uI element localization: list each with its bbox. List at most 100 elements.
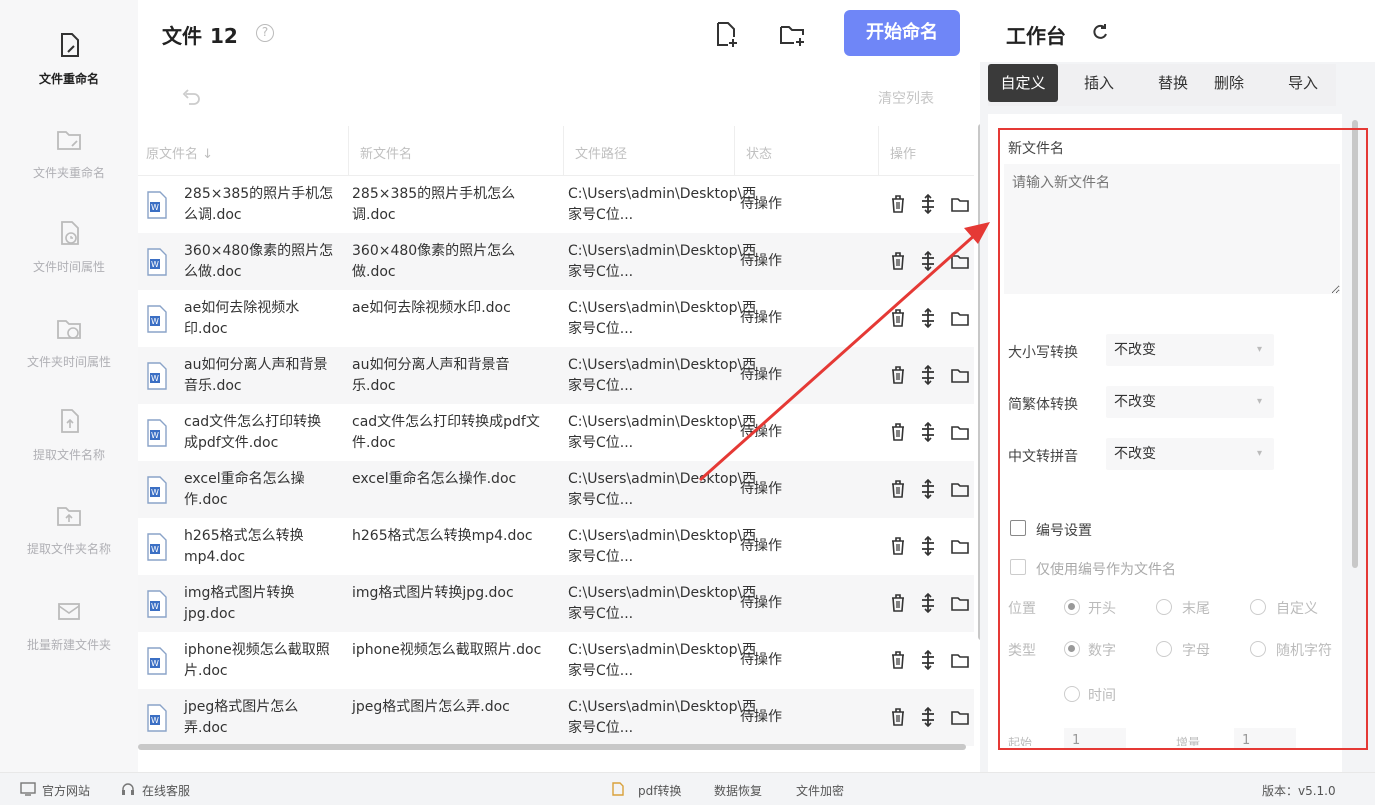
table-row[interactable]: W au如何分离人声和背景音乐.doc au如何分离人声和背景音乐.doc C:…	[138, 347, 974, 404]
tab-custom[interactable]: 自定义	[988, 64, 1058, 102]
svg-text:W: W	[151, 317, 159, 326]
case-convert-select[interactable]: 不改变 ▾	[1106, 334, 1274, 366]
cell-new-name: cad文件怎么打印转换成pdf文件.doc	[352, 414, 540, 451]
type-time-radio[interactable]	[1064, 686, 1080, 702]
data-recover-link[interactable]: 数据恢复	[714, 782, 762, 799]
open-folder-icon[interactable]	[950, 706, 970, 728]
table-row[interactable]: W img格式图片转换jpg.doc img格式图片转换jpg.doc C:\U…	[138, 575, 974, 632]
table-row[interactable]: W jpeg格式图片怎么弄.doc jpeg格式图片怎么弄.doc C:\Use…	[138, 689, 974, 746]
position-start-radio[interactable]	[1064, 599, 1080, 615]
clear-list-button[interactable]: 清空列表	[878, 88, 934, 108]
type-number-radio[interactable]	[1064, 641, 1080, 657]
move-icon[interactable]	[918, 307, 938, 329]
open-folder-icon[interactable]	[950, 364, 970, 386]
svg-text:W: W	[151, 431, 159, 440]
cell-original-name: jpeg格式图片怎么弄.doc	[184, 699, 299, 736]
trash-icon[interactable]	[888, 592, 908, 614]
open-folder-icon[interactable]	[950, 250, 970, 272]
file-count: 12	[210, 24, 238, 48]
online-service-link[interactable]: 在线客服	[142, 782, 190, 799]
sidebar-item-file-rename[interactable]: 文件重命名	[0, 30, 138, 87]
open-folder-icon[interactable]	[950, 535, 970, 557]
table-row[interactable]: W iphone视频怎么截取照片.doc iphone视频怎么截取照片.doc …	[138, 632, 974, 689]
cell-status: 待操作	[740, 367, 782, 383]
case-convert-value: 不改变	[1114, 342, 1156, 358]
trash-icon[interactable]	[888, 421, 908, 443]
add-file-icon[interactable]	[712, 20, 740, 48]
trash-icon[interactable]	[888, 364, 908, 386]
word-doc-icon: W	[147, 590, 167, 618]
tab-delete[interactable]: 删除	[1194, 64, 1264, 102]
numbering-checkbox[interactable]	[1010, 520, 1026, 536]
move-icon[interactable]	[918, 535, 938, 557]
type-random-radio[interactable]	[1250, 641, 1266, 657]
move-icon[interactable]	[918, 706, 938, 728]
table-row[interactable]: W 285×385的照片手机怎么调.doc 285×385的照片手机怎么调.do…	[138, 176, 974, 233]
official-website-link[interactable]: 官方网站	[42, 782, 90, 799]
cell-status: 待操作	[740, 481, 782, 497]
trash-icon[interactable]	[888, 250, 908, 272]
position-start-label: 开头	[1088, 601, 1116, 617]
move-icon[interactable]	[918, 364, 938, 386]
open-folder-icon[interactable]	[950, 421, 970, 443]
pdf-convert-link[interactable]: pdf转换	[638, 782, 681, 799]
pinyin-convert-select[interactable]: 不改变 ▾	[1106, 438, 1274, 470]
position-end-label: 末尾	[1182, 601, 1210, 617]
trash-icon[interactable]	[888, 307, 908, 329]
file-encrypt-link[interactable]: 文件加密	[796, 782, 844, 799]
refresh-icon[interactable]	[1090, 22, 1110, 42]
column-header-original[interactable]: 原文件名 ↓	[146, 143, 213, 162]
open-folder-icon[interactable]	[950, 307, 970, 329]
move-icon[interactable]	[918, 478, 938, 500]
settings-scrollbar[interactable]	[1352, 120, 1358, 568]
tab-import[interactable]: 导入	[1268, 64, 1338, 102]
position-custom-radio[interactable]	[1250, 599, 1266, 615]
help-icon[interactable]: ?	[256, 24, 274, 42]
sidebar-item-batch-new-folder[interactable]: 批量新建文件夹	[0, 596, 138, 653]
cell-file-path: C:\Users\admin\Desktop\西家号C位...	[568, 699, 757, 736]
trad-convert-label: 简繁体转换	[1008, 397, 1078, 413]
new-name-input[interactable]	[1004, 164, 1340, 294]
move-icon[interactable]	[918, 649, 938, 671]
add-folder-icon[interactable]	[778, 20, 806, 48]
sidebar-item-file-time[interactable]: 文件时间属性	[0, 218, 138, 275]
sidebar-item-folder-rename[interactable]: 文件夹重命名	[0, 124, 138, 181]
only-number-checkbox[interactable]	[1010, 559, 1026, 575]
table-row[interactable]: W excel重命名怎么操作.doc excel重命名怎么操作.doc C:\U…	[138, 461, 974, 518]
horizontal-scrollbar[interactable]	[138, 744, 966, 750]
step-select[interactable]: 1	[1234, 728, 1296, 748]
tab-insert[interactable]: 插入	[1064, 64, 1134, 102]
position-end-radio[interactable]	[1156, 599, 1172, 615]
table-row[interactable]: W cad文件怎么打印转换成pdf文件.doc cad文件怎么打印转换成pdf文…	[138, 404, 974, 461]
table-row[interactable]: W ae如何去除视频水印.doc ae如何去除视频水印.doc C:\Users…	[138, 290, 974, 347]
word-doc-icon: W	[147, 248, 167, 276]
cell-status: 待操作	[740, 253, 782, 269]
sidebar-item-folder-time[interactable]: 文件夹时间属性	[0, 313, 138, 370]
open-folder-icon[interactable]	[950, 193, 970, 215]
move-icon[interactable]	[918, 592, 938, 614]
cell-original-name: img格式图片转换jpg.doc	[184, 585, 295, 622]
file-table: 原文件名 ↓ 新文件名 文件路径 状态 操作 W 285×385的照片手机怎么调…	[138, 126, 974, 746]
trash-icon[interactable]	[888, 478, 908, 500]
new-name-label: 新文件名	[1008, 141, 1064, 157]
move-icon[interactable]	[918, 193, 938, 215]
start-rename-button[interactable]: 开始命名	[844, 10, 960, 56]
open-folder-icon[interactable]	[950, 649, 970, 671]
table-row[interactable]: W 360×480像素的照片怎么做.doc 360×480像素的照片怎么做.do…	[138, 233, 974, 290]
move-icon[interactable]	[918, 421, 938, 443]
trad-convert-select[interactable]: 不改变 ▾	[1106, 386, 1274, 418]
table-row[interactable]: W h265格式怎么转换mp4.doc h265格式怎么转换mp4.doc C:…	[138, 518, 974, 575]
open-folder-icon[interactable]	[950, 478, 970, 500]
sidebar-item-extract-file-name[interactable]: 提取文件名称	[0, 406, 138, 463]
trash-icon[interactable]	[888, 649, 908, 671]
undo-icon[interactable]	[180, 88, 202, 106]
open-folder-icon[interactable]	[950, 592, 970, 614]
sidebar-item-extract-folder-name[interactable]: 提取文件夹名称	[0, 500, 138, 557]
folder-edit-icon	[57, 131, 81, 150]
trash-icon[interactable]	[888, 706, 908, 728]
type-letter-radio[interactable]	[1156, 641, 1172, 657]
trash-icon[interactable]	[888, 193, 908, 215]
trash-icon[interactable]	[888, 535, 908, 557]
start-select[interactable]: 1	[1064, 728, 1126, 748]
move-icon[interactable]	[918, 250, 938, 272]
